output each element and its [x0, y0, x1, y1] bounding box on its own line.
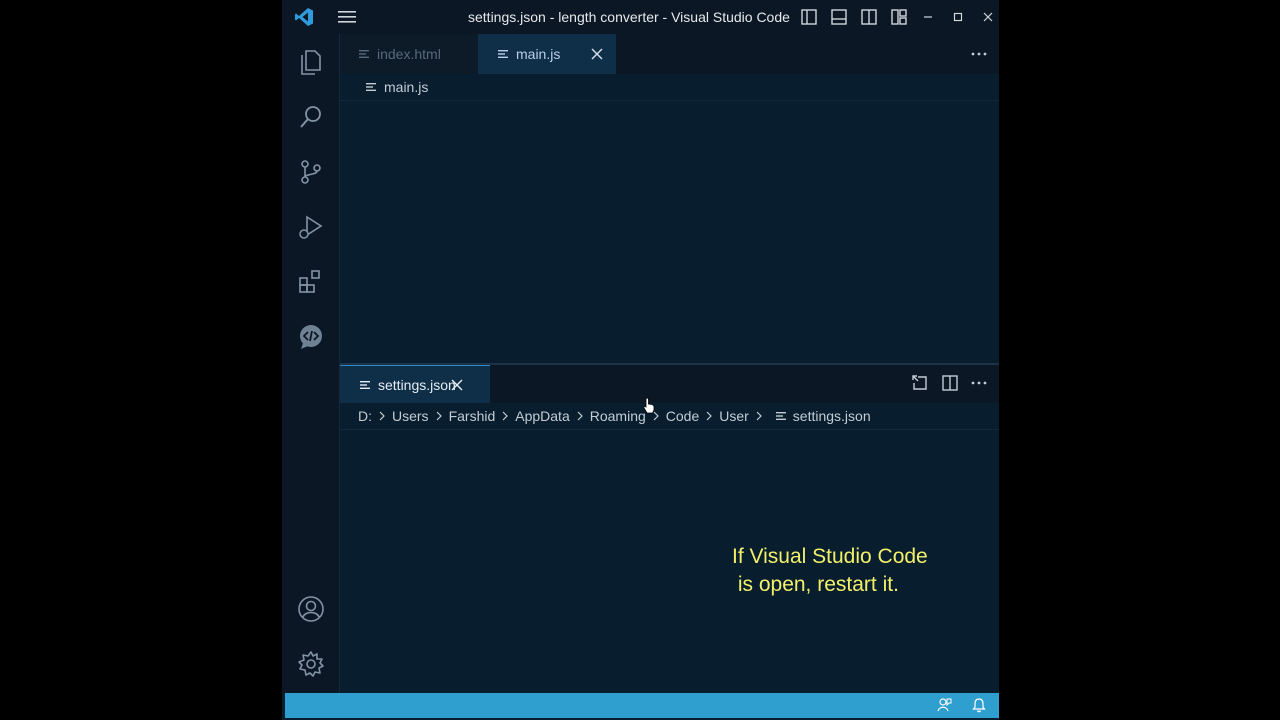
chevron-right-icon [706, 411, 713, 421]
notifications-bell-icon[interactable] [971, 697, 987, 713]
file-lines-icon [498, 50, 508, 58]
bottom-editor-tabs: settings.json [340, 365, 999, 403]
window-title: settings.json - length converter - Visua… [468, 9, 790, 25]
run-debug-icon[interactable] [297, 213, 325, 241]
source-control-icon[interactable] [297, 158, 325, 186]
chevron-right-icon [756, 411, 762, 421]
chevron-right-icon [379, 411, 385, 421]
editor-top[interactable] [340, 101, 999, 363]
toggle-panel-icon[interactable] [830, 8, 848, 26]
top-editor-tabs: index.html main.js [340, 34, 999, 74]
feedback-icon[interactable] [936, 697, 952, 713]
explorer-icon[interactable] [297, 48, 325, 76]
maximize-icon[interactable] [950, 9, 966, 25]
tab-label: main.js [516, 46, 561, 62]
breadcrumb-segment[interactable]: User [719, 408, 749, 424]
close-tab-icon[interactable] [450, 378, 464, 392]
more-actions-icon[interactable] [970, 374, 988, 392]
split-editor-icon[interactable] [941, 374, 959, 392]
chevron-right-icon [577, 411, 583, 421]
live-preview-icon[interactable] [297, 323, 325, 351]
file-lines-icon [775, 412, 786, 420]
minimize-icon[interactable] [920, 9, 936, 25]
tab-main-js[interactable]: main.js [478, 34, 616, 74]
vscode-logo-icon [295, 8, 313, 26]
breadcrumb-top: main.js [340, 74, 999, 101]
tab-settings-json[interactable]: settings.json [340, 365, 490, 403]
chevron-right-icon [436, 411, 442, 421]
breadcrumb-file[interactable]: main.js [384, 79, 428, 95]
breadcrumb-file[interactable]: settings.json [793, 408, 871, 424]
customize-layout-icon[interactable] [890, 8, 908, 26]
close-tab-icon[interactable] [590, 47, 604, 61]
tab-label: settings.json [378, 376, 456, 393]
vscode-window: settings.json - length converter - Visua… [282, 0, 999, 720]
accounts-icon[interactable] [297, 595, 325, 623]
hand-cursor-icon [643, 397, 655, 414]
activity-bar [282, 34, 340, 693]
title-bar: settings.json - length converter - Visua… [282, 0, 999, 34]
chevron-right-icon [502, 411, 509, 421]
status-bar [285, 693, 999, 718]
tab-index-html[interactable]: index.html [340, 34, 478, 74]
close-window-icon[interactable] [980, 9, 996, 25]
tutorial-caption: If Visual Studio Code is open, restart i… [732, 543, 928, 599]
breadcrumb-segment[interactable]: D: [358, 408, 372, 424]
toggle-secondary-sidebar-icon[interactable] [860, 8, 878, 26]
caption-line-2: is open, restart it. [732, 573, 899, 596]
breadcrumb-segment[interactable]: Roaming [590, 408, 646, 424]
breadcrumb-segment[interactable]: Code [666, 408, 699, 424]
manage-gear-icon[interactable] [297, 650, 325, 678]
breadcrumb-bottom: D: Users Farshid AppData Roaming Code Us… [340, 403, 999, 430]
caption-line-1: If Visual Studio Code [732, 545, 928, 568]
toggle-primary-sidebar-icon[interactable] [800, 8, 818, 26]
breadcrumb-segment[interactable]: Farshid [449, 408, 496, 424]
open-settings-ui-icon[interactable] [911, 374, 929, 392]
file-lines-icon [360, 380, 370, 389]
file-lines-icon [359, 50, 369, 58]
more-actions-icon[interactable] [970, 45, 988, 63]
breadcrumb-segment[interactable]: Users [392, 408, 429, 424]
search-icon[interactable] [297, 103, 325, 131]
breadcrumb-segment[interactable]: AppData [515, 408, 569, 424]
extensions-icon[interactable] [297, 268, 325, 296]
tab-label: index.html [377, 46, 441, 62]
hamburger-menu-icon[interactable] [337, 9, 357, 25]
file-lines-icon [366, 83, 376, 91]
